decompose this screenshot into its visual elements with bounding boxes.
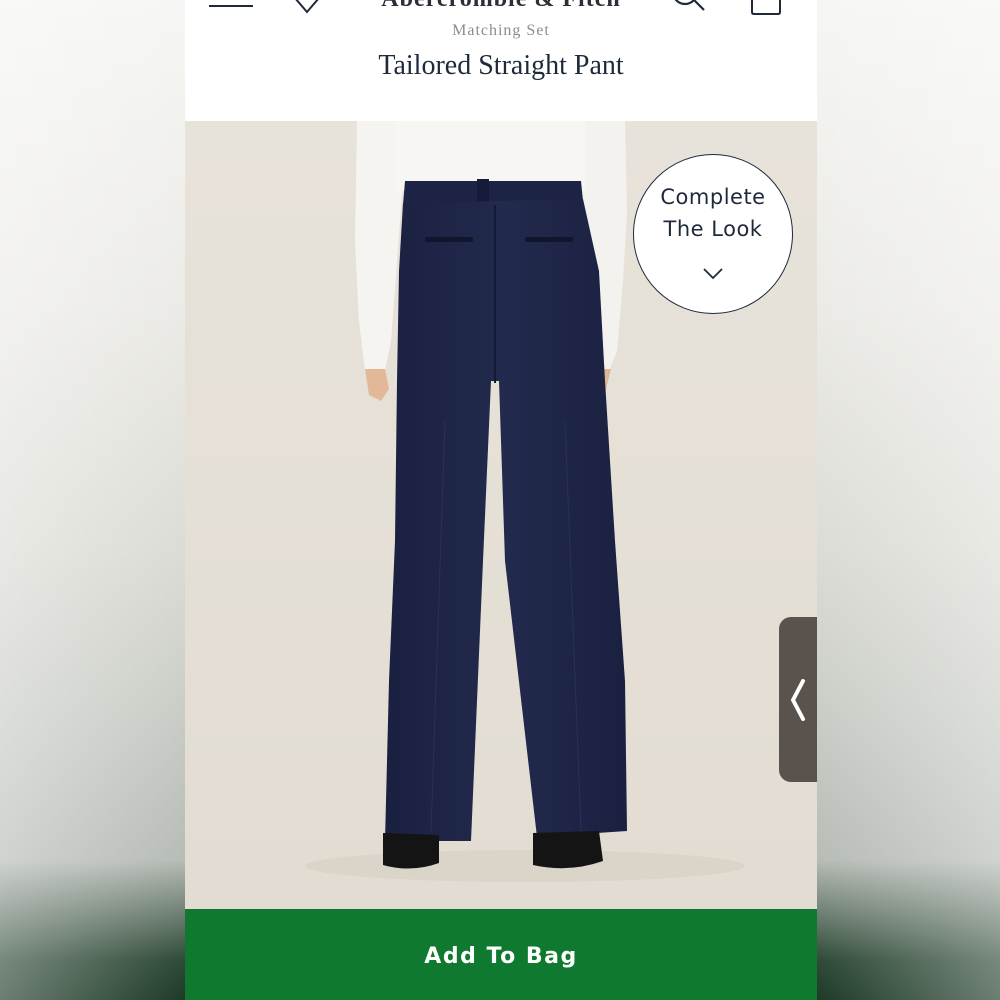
bag-icon[interactable]	[749, 0, 783, 16]
complete-the-look-button[interactable]: Complete The Look	[633, 154, 793, 314]
collection-label: Matching Set	[452, 22, 550, 39]
background-right	[817, 0, 1000, 1000]
brand-logo[interactable]: Abercrombie & Fitch	[365, 0, 637, 10]
product-title: Tailored Straight Pant	[378, 50, 624, 81]
complete-look-line2: The Look	[663, 217, 763, 241]
side-drawer-tab[interactable]	[779, 617, 817, 782]
background-left	[0, 0, 185, 1000]
menu-icon[interactable]	[209, 0, 253, 8]
product-header: Abercrombie & Fitch Matching Set Tailore…	[185, 0, 817, 121]
chevron-left-icon	[791, 679, 805, 721]
chevron-down-icon	[703, 268, 723, 280]
search-icon[interactable]	[671, 0, 707, 16]
app-screen: Abercrombie & Fitch Matching Set Tailore…	[185, 0, 817, 1000]
product-image[interactable]: Complete The Look	[185, 121, 817, 909]
heart-icon[interactable]	[293, 0, 321, 16]
complete-look-line1: Complete	[660, 185, 766, 209]
add-to-bag-button[interactable]: Add To Bag	[185, 909, 817, 1000]
